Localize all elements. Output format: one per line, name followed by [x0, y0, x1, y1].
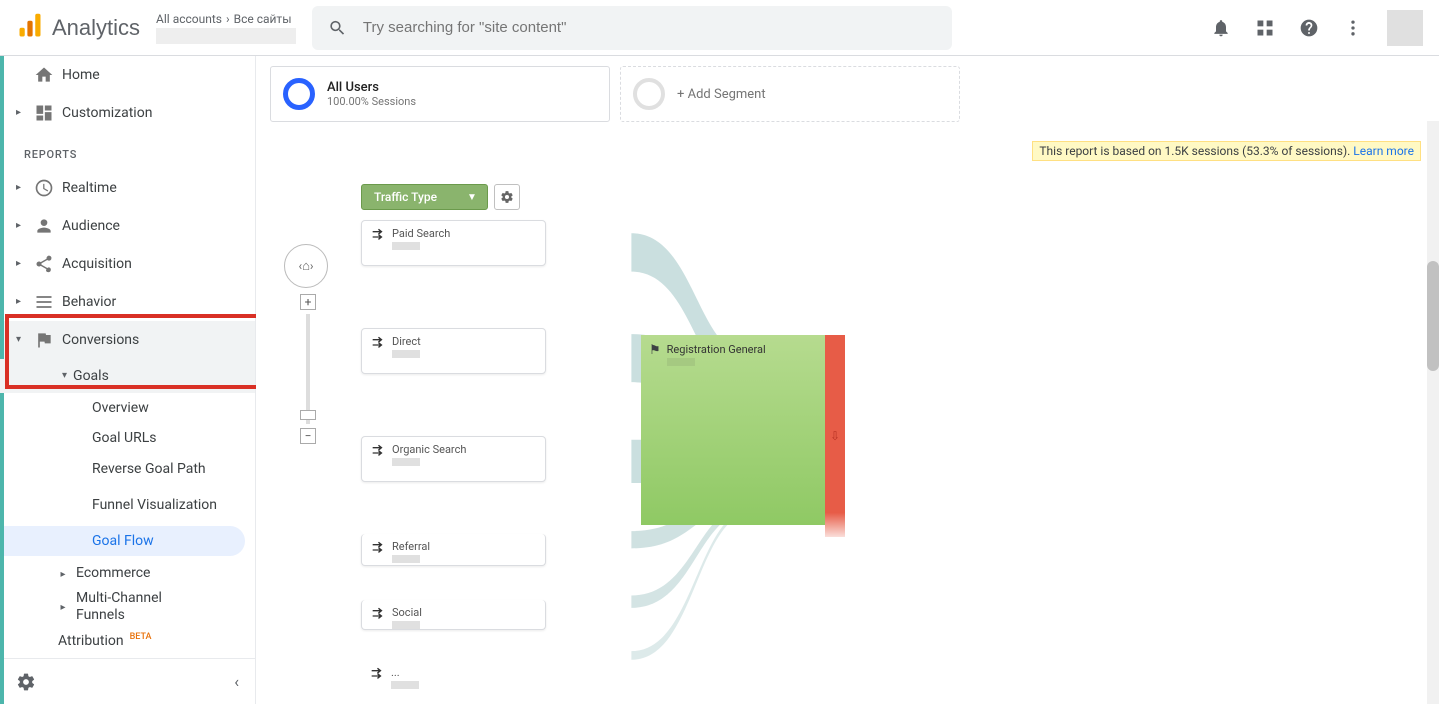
- breadcrumb-property: Все сайты: [234, 12, 292, 26]
- nav-conversions[interactable]: ▾ Conversions: [0, 321, 255, 359]
- flow-node-more[interactable]: ...: [361, 660, 546, 690]
- nav-reverse-goal-path[interactable]: Reverse Goal Path: [0, 454, 245, 484]
- segment-empty-icon: [633, 78, 665, 110]
- flow-node-paid-search[interactable]: Paid Search: [361, 220, 546, 266]
- breadcrumb-view-redacted: [156, 28, 296, 44]
- sampling-notice: This report is based on 1.5K sessions (5…: [1032, 141, 1421, 161]
- nav-acquisition[interactable]: ▸ Acquisition: [0, 245, 255, 283]
- nav-goal-flow[interactable]: Goal Flow: [0, 526, 245, 556]
- node-value-redacted: [391, 681, 419, 689]
- sidebar-footer: ‹: [0, 658, 255, 704]
- home-icon: [34, 65, 54, 85]
- nav-home[interactable]: Home: [0, 56, 255, 94]
- dimension-selector: Traffic Type ▼: [361, 184, 520, 210]
- zoom-handle[interactable]: [300, 410, 316, 420]
- segment-circle-icon: [283, 78, 315, 110]
- flag-icon: [34, 330, 54, 350]
- add-segment-label: + Add Segment: [677, 87, 766, 102]
- node-value-redacted: [392, 555, 420, 563]
- segment-all-users[interactable]: All Users 100.00% Sessions: [270, 66, 610, 122]
- learn-more-link[interactable]: Learn more: [1353, 144, 1414, 158]
- dropoff-arrow-icon: ⇩: [830, 429, 840, 443]
- add-segment[interactable]: + Add Segment: [620, 66, 960, 122]
- flow-canvas[interactable]: Traffic Type ▼ ‹ ⌂ › + − Paid Search: [256, 166, 1421, 704]
- goal-value-redacted: [667, 358, 695, 366]
- header-actions: [1211, 10, 1423, 46]
- admin-gear-icon[interactable]: [16, 672, 36, 692]
- nav-multi-channel-funnels[interactable]: ▸Multi-Channel Funnels: [0, 590, 255, 624]
- apps-switcher-icon[interactable]: [1255, 18, 1275, 38]
- nav-goal-urls[interactable]: Goal URLs: [0, 423, 245, 453]
- dropdown-arrow-icon: ▼: [467, 192, 477, 203]
- notifications-icon[interactable]: [1211, 18, 1231, 38]
- traffic-arrow-icon: [370, 335, 386, 355]
- nav-customization[interactable]: ▸ Customization: [0, 94, 255, 132]
- nav-realtime[interactable]: ▸ Realtime: [0, 169, 255, 207]
- gear-icon: [500, 190, 514, 204]
- node-value-redacted: [392, 458, 420, 466]
- goal-flag-icon: ⚑: [649, 343, 661, 358]
- analytics-logo-icon: [16, 12, 44, 44]
- traffic-arrow-icon: [369, 666, 385, 686]
- dashboard-icon: [34, 103, 54, 123]
- traffic-arrow-icon: [370, 540, 386, 560]
- zoom-control: + −: [300, 294, 316, 444]
- dimension-dropdown[interactable]: Traffic Type ▼: [361, 184, 488, 210]
- node-value-redacted: [392, 242, 420, 250]
- product-name: Analytics: [52, 15, 140, 41]
- traffic-arrow-icon: [370, 443, 386, 463]
- breadcrumb-accounts: All accounts: [156, 12, 222, 26]
- scrollbar-thumb[interactable]: [1427, 261, 1439, 371]
- main-content: All Users 100.00% Sessions + Add Segment…: [256, 56, 1439, 704]
- user-avatar[interactable]: [1387, 10, 1423, 46]
- home-small-icon: ⌂: [302, 258, 310, 274]
- product-logo[interactable]: Analytics: [16, 12, 140, 44]
- segment-subtitle: 100.00% Sessions: [327, 95, 416, 108]
- flow-node-social[interactable]: Social: [361, 600, 546, 630]
- reports-header: REPORTS: [0, 132, 255, 169]
- search-icon: [328, 18, 347, 38]
- flow-node-organic-search[interactable]: Organic Search: [361, 436, 546, 482]
- flow-dropoff[interactable]: ⇩: [825, 335, 845, 537]
- share-icon: [34, 254, 54, 274]
- help-icon[interactable]: [1299, 18, 1319, 38]
- beta-badge: BETA: [130, 632, 152, 642]
- traffic-arrow-icon: [370, 606, 386, 626]
- nav-funnel-visualization[interactable]: Funnel Visualization: [0, 484, 245, 526]
- flow-node-referral[interactable]: Referral: [361, 534, 546, 566]
- nav-attribution[interactable]: Attribution BETA: [0, 624, 255, 658]
- scrollbar[interactable]: [1427, 121, 1439, 704]
- dimension-settings-button[interactable]: [494, 184, 520, 210]
- collapse-sidebar-icon[interactable]: ‹: [234, 672, 239, 691]
- flow-goal-node[interactable]: ⚑ Registration General: [641, 335, 825, 525]
- search-input[interactable]: [363, 19, 936, 36]
- search-bar[interactable]: [312, 6, 952, 50]
- node-value-redacted: [392, 350, 420, 358]
- zoom-out-button[interactable]: −: [300, 428, 316, 444]
- clock-icon: [34, 178, 54, 198]
- list-icon: [34, 292, 54, 312]
- person-icon: [34, 216, 54, 236]
- traffic-arrow-icon: [370, 227, 386, 247]
- nav-behavior[interactable]: ▸ Behavior: [0, 283, 255, 321]
- zoom-track[interactable]: [306, 314, 310, 424]
- pan-control[interactable]: ‹ ⌂ ›: [284, 244, 328, 288]
- nav-ecommerce[interactable]: ▸Ecommerce: [0, 556, 255, 590]
- zoom-in-button[interactable]: +: [300, 294, 316, 310]
- more-vert-icon[interactable]: [1343, 18, 1363, 38]
- left-sidebar: Home ▸ Customization REPORTS ▸ Realtime …: [0, 56, 256, 704]
- chevron-right-icon: ›: [226, 12, 230, 26]
- segment-bar: All Users 100.00% Sessions + Add Segment: [256, 56, 1439, 132]
- segment-title: All Users: [327, 80, 416, 95]
- flow-node-direct[interactable]: Direct: [361, 328, 546, 374]
- app-header: Analytics All accounts › Все сайты: [0, 0, 1439, 56]
- nav-audience[interactable]: ▸ Audience: [0, 207, 255, 245]
- nav-goal-overview[interactable]: Overview: [0, 393, 245, 423]
- account-breadcrumb[interactable]: All accounts › Все сайты: [156, 12, 296, 44]
- nav-goals[interactable]: ▾ Goals: [0, 359, 255, 393]
- node-value-redacted: [392, 621, 420, 629]
